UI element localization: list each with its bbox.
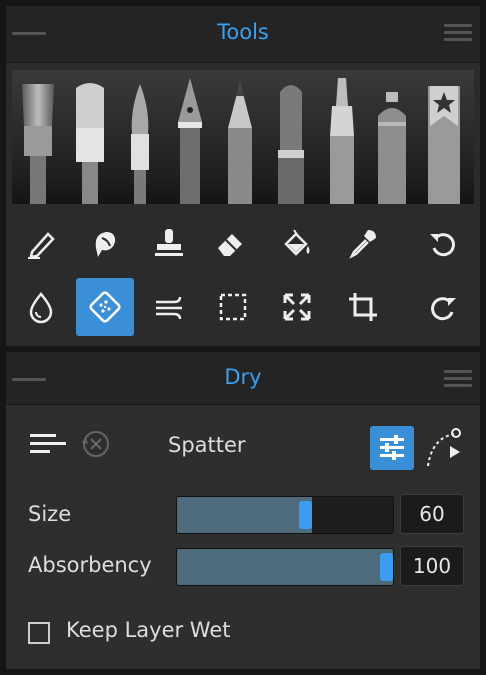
- keep-wet-checkbox[interactable]: [28, 622, 50, 644]
- absorbency-slider-fill: [177, 549, 393, 585]
- undo-icon[interactable]: [414, 214, 472, 272]
- align-icon[interactable]: [30, 432, 66, 460]
- tools-title: Tools: [217, 20, 269, 44]
- absorbency-value[interactable]: 100: [400, 546, 464, 586]
- size-slider[interactable]: [176, 496, 394, 534]
- dry-title: Dry: [224, 365, 262, 389]
- water-drop-icon[interactable]: [12, 278, 70, 336]
- absorbency-slider-handle[interactable]: [380, 553, 393, 581]
- crop-icon[interactable]: [334, 278, 392, 336]
- ink-pen-icon[interactable]: [170, 76, 210, 204]
- fill-bucket-icon[interactable]: [268, 214, 326, 272]
- absorbency-label: Absorbency: [28, 553, 152, 577]
- brush-settings-icon[interactable]: [370, 426, 414, 470]
- menu-icon[interactable]: [444, 370, 472, 390]
- selection-rect-icon[interactable]: [204, 278, 262, 336]
- flat-brush-icon[interactable]: [16, 80, 60, 204]
- absorbency-slider[interactable]: [176, 548, 394, 586]
- brush-shelf: [12, 70, 474, 204]
- transform-icon[interactable]: [268, 278, 326, 336]
- tools-panel: Tools: [6, 6, 480, 346]
- wide-brush-icon[interactable]: [68, 78, 112, 204]
- stroke-path-icon[interactable]: [424, 424, 464, 474]
- felt-pen-icon[interactable]: [322, 76, 362, 204]
- spatter-tool-icon[interactable]: [76, 278, 134, 336]
- size-label: Size: [28, 502, 72, 526]
- brush-name: Spatter: [168, 433, 246, 457]
- marker-icon[interactable]: [270, 80, 312, 204]
- pencil-tool-icon[interactable]: [14, 214, 72, 272]
- tools-titlebar: Tools: [6, 6, 480, 63]
- eraser-tool-icon[interactable]: [202, 214, 260, 272]
- bookmark-star-icon[interactable]: [422, 86, 466, 204]
- stamp-tool-icon[interactable]: [140, 214, 198, 272]
- airbrush-can-icon[interactable]: [372, 92, 412, 204]
- menu-icon[interactable]: [444, 24, 472, 44]
- dry-panel: Dry Spatter Size 60 Absorbency 100 Keep …: [6, 352, 480, 669]
- keep-wet-label: Keep Layer Wet: [66, 618, 231, 642]
- eyedropper-icon[interactable]: [334, 214, 392, 272]
- size-value[interactable]: 60: [400, 494, 464, 534]
- dry-titlebar: Dry: [6, 352, 480, 405]
- size-slider-handle[interactable]: [299, 501, 312, 529]
- redo-icon[interactable]: [414, 278, 472, 336]
- smudge-tool-icon[interactable]: [76, 214, 134, 272]
- blow-dry-icon[interactable]: [140, 278, 198, 336]
- size-slider-fill: [177, 497, 312, 533]
- reset-icon[interactable]: [80, 428, 112, 464]
- round-brush-icon[interactable]: [120, 80, 160, 204]
- pencil-icon[interactable]: [220, 78, 260, 204]
